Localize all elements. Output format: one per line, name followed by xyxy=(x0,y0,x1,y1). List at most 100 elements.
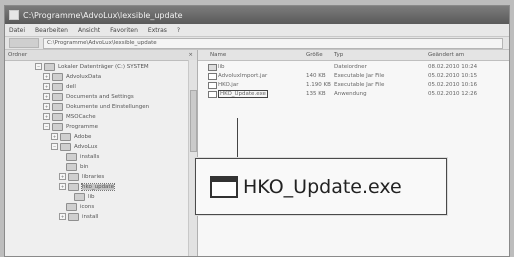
folder-icon xyxy=(68,172,79,181)
close-icon[interactable]: × xyxy=(188,52,193,58)
file-row[interactable]: lib Dateiordner 08.02.2010 10:24 xyxy=(198,63,509,71)
address-path: C:\Programme\AdvoLux\lexsible_update xyxy=(47,40,157,46)
tree-item[interactable]: + Documents and Settings xyxy=(43,92,134,101)
expander-icon[interactable]: + xyxy=(51,133,58,140)
folder-icon xyxy=(52,72,63,81)
tree-item[interactable]: installs xyxy=(66,152,99,161)
folder-pane-header: Ordner × xyxy=(5,50,197,61)
file-type: Dateiordner xyxy=(334,64,367,70)
tree-item[interactable]: + install xyxy=(59,212,98,221)
expander-icon[interactable]: + xyxy=(59,183,66,190)
application-window-icon xyxy=(210,175,238,198)
tree-item-label: installs xyxy=(80,153,100,160)
expander-icon[interactable]: + xyxy=(43,93,50,100)
panes: Ordner × − Lokaler Datenträger (C:) SYST… xyxy=(5,50,509,256)
file-size: 1.190 KB xyxy=(306,82,331,88)
tree-item[interactable]: − AdvoLux xyxy=(51,142,98,151)
tree-item-selected[interactable]: + hko_update xyxy=(59,182,115,191)
tree-item[interactable]: + libraries xyxy=(59,172,104,181)
zoom-callout: HKO_Update.exe xyxy=(195,158,447,215)
file-name: HKO.jar xyxy=(218,82,239,88)
folder-icon xyxy=(74,192,85,201)
tree-item-label: dell xyxy=(66,83,76,90)
menu-ansicht[interactable]: Ansicht xyxy=(78,27,100,34)
file-name: HKO_Update.exe xyxy=(218,90,268,98)
menu-favoriten[interactable]: Favoriten xyxy=(110,27,138,34)
tree-item[interactable]: bin xyxy=(66,162,89,171)
title-bar[interactable]: C:\Programme\AdvoLux\lexsible_update xyxy=(5,6,509,24)
expander-icon[interactable]: + xyxy=(43,73,50,80)
menu-help[interactable]: ? xyxy=(177,27,180,34)
tree-item[interactable]: + Adobe xyxy=(51,132,91,141)
file-type: Anwendung xyxy=(334,91,367,97)
tree-item-label: install xyxy=(82,213,99,220)
expander-icon[interactable]: − xyxy=(51,143,58,150)
expander-icon[interactable]: + xyxy=(59,213,66,220)
menu-extras[interactable]: Extras xyxy=(148,27,167,34)
expander-icon[interactable]: + xyxy=(59,173,66,180)
tree-item-label: Lokaler Datenträger (C:) SYSTEM xyxy=(58,63,149,70)
tree-item-label: Dokumente und Einstellungen xyxy=(66,103,150,110)
tree-item-label: MSOCache xyxy=(66,113,96,120)
file-list-pane: Name Größe Typ Geändert am lib Dateiordn… xyxy=(198,50,509,256)
address-field[interactable]: C:\Programme\AdvoLux\lexsible_update xyxy=(43,37,503,49)
tree-item[interactable]: lib xyxy=(74,192,95,201)
column-type[interactable]: Typ xyxy=(334,52,343,58)
tree-item-label: hko_update xyxy=(81,182,115,191)
window-title: C:\Programme\AdvoLux\lexsible_update xyxy=(23,10,183,20)
folder-icon xyxy=(9,10,19,20)
tree-item-label: icons xyxy=(80,203,95,210)
folder-icon xyxy=(208,64,217,71)
scrollbar-thumb[interactable] xyxy=(190,90,197,152)
menu-bearbeiten[interactable]: Bearbeiten xyxy=(35,27,68,34)
tree-item[interactable]: + MSOCache xyxy=(43,112,96,121)
tree-item[interactable]: − Lokaler Datenträger (C:) SYSTEM xyxy=(35,62,149,71)
folder-icon xyxy=(52,122,63,131)
expander-icon[interactable]: + xyxy=(43,103,50,110)
expander-icon[interactable]: + xyxy=(43,113,50,120)
menu-datei[interactable]: Datei xyxy=(9,27,25,34)
folder-icon xyxy=(66,162,77,171)
tree-item[interactable]: + Dokumente und Einstellungen xyxy=(43,102,149,111)
folder-icon xyxy=(66,152,77,161)
file-name: AdvoluxImport.jar xyxy=(218,73,268,79)
tree-item-label: lib xyxy=(88,193,95,200)
file-row-highlighted[interactable]: HKO_Update.exe 135 KB Anwendung 05.02.20… xyxy=(198,90,509,98)
navigation-buttons[interactable] xyxy=(9,38,39,48)
expander-icon[interactable]: − xyxy=(35,63,42,70)
column-date[interactable]: Geändert am xyxy=(428,52,464,58)
address-bar: C:\Programme\AdvoLux\lexsible_update xyxy=(5,37,509,50)
tree-item[interactable]: − Programme xyxy=(43,122,98,131)
file-date: 05.02.2010 10:16 xyxy=(428,82,478,88)
file-row[interactable]: HKO.jar 1.190 KB Executable Jar File 05.… xyxy=(198,81,509,89)
open-folder-icon xyxy=(68,182,79,191)
tree-item[interactable]: + dell xyxy=(43,82,76,91)
jar-file-icon xyxy=(208,82,217,89)
tree-item-label: AdvoluxData xyxy=(66,73,102,80)
explorer-window: C:\Programme\AdvoLux\lexsible_update Dat… xyxy=(4,5,510,257)
file-type: Executable Jar File xyxy=(334,82,385,88)
file-date: 08.02.2010 10:24 xyxy=(428,64,478,70)
folder-icon xyxy=(60,132,71,141)
column-size[interactable]: Größe xyxy=(306,52,323,58)
folder-pane-title: Ordner xyxy=(8,52,28,58)
callout-connector xyxy=(237,118,238,158)
expander-icon[interactable]: − xyxy=(43,123,50,130)
jar-file-icon xyxy=(208,73,217,80)
callout-filename: HKO_Update.exe xyxy=(243,175,402,198)
tree-item[interactable]: icons xyxy=(66,202,94,211)
folder-icon xyxy=(66,202,77,211)
menu-bar: Datei Bearbeiten Ansicht Favoriten Extra… xyxy=(5,24,509,37)
expander-icon[interactable]: + xyxy=(43,83,50,90)
file-row[interactable]: AdvoluxImport.jar 140 KB Executable Jar … xyxy=(198,72,509,80)
folder-icon xyxy=(52,102,63,111)
file-size: 140 KB xyxy=(306,73,326,79)
tree-item-label: libraries xyxy=(82,173,105,180)
tree-item[interactable]: + AdvoluxData xyxy=(43,72,101,81)
application-icon xyxy=(208,91,217,98)
folder-icon xyxy=(52,92,63,101)
column-headers: Name Größe Typ Geändert am xyxy=(198,50,509,61)
folder-icon xyxy=(52,112,63,121)
folder-icon xyxy=(60,142,71,151)
column-name[interactable]: Name xyxy=(210,52,226,58)
